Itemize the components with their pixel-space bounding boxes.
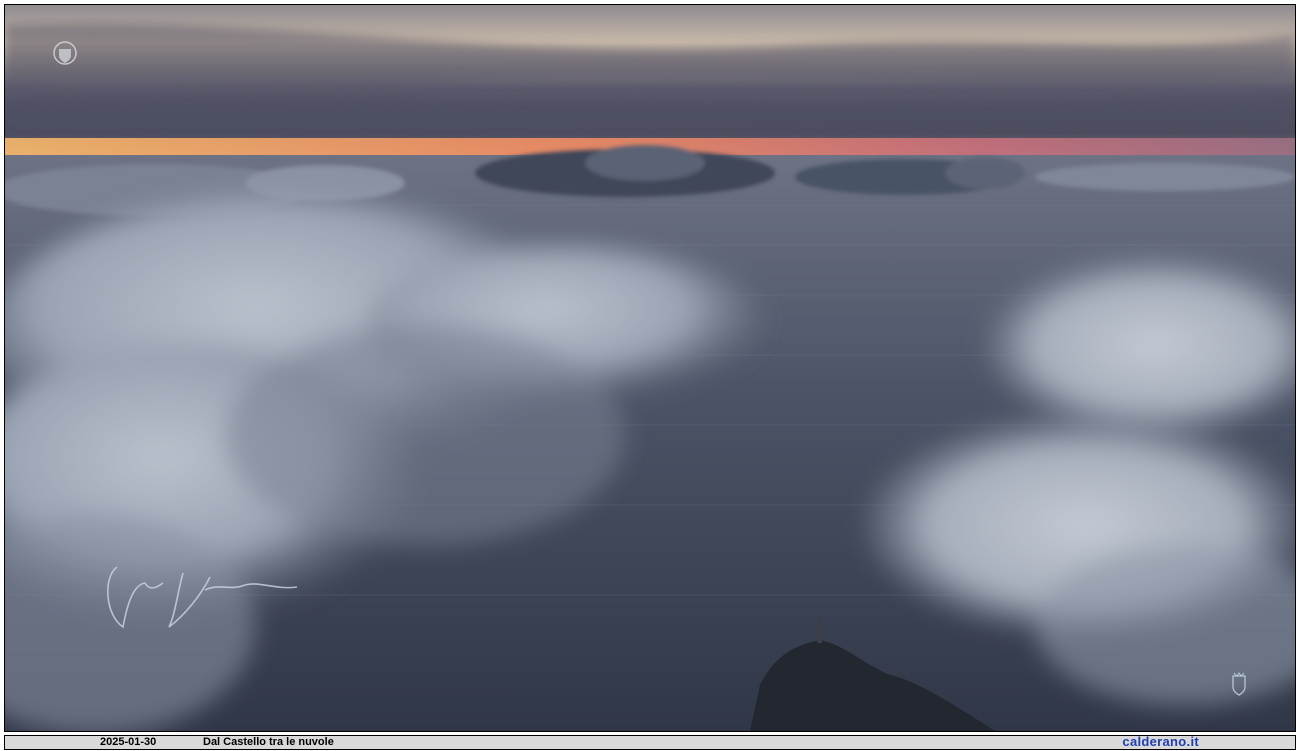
- webcam-photo: [4, 4, 1296, 732]
- caption-date: 2025-01-30: [100, 736, 157, 748]
- screenshot-frame: 2025-01-30 Dal Castello tra le nuvole ca…: [0, 0, 1300, 751]
- caption-bar: 2025-01-30 Dal Castello tra le nuvole ca…: [4, 735, 1296, 750]
- site-link[interactable]: calderano.it: [1122, 735, 1199, 748]
- caption-title: Dal Castello tra le nuvole: [203, 736, 334, 748]
